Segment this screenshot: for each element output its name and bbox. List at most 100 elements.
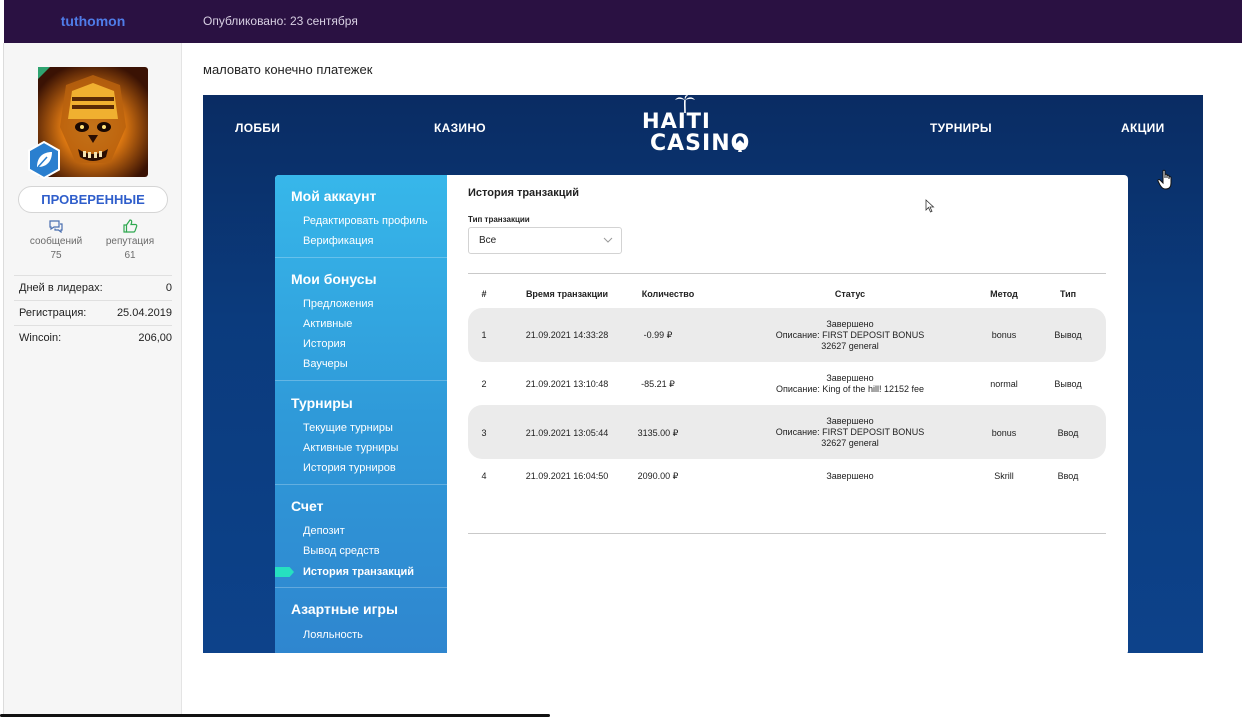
post-header-bar: tuthomon Опубликовано: 23 сентября [4,0,1242,43]
info-label: Регистрация: [19,307,87,319]
cell-status: Завершено Описание: FIRST DEPOSIT BONUS … [735,319,965,352]
reputation-label: репутация [105,236,155,247]
info-label: Wincoin: [19,332,62,344]
posts-count: 75 [50,250,62,261]
page-title: История транзакций [468,187,580,199]
menu-divider [275,257,447,258]
menu-section-title[interactable]: Мои бонусы [291,271,377,287]
cell-method: bonus [991,428,1017,438]
cell-time: 21.09.2021 13:10:48 [525,379,609,389]
casino-nav-casino[interactable]: КАЗИНО [434,121,486,135]
col-header-status: Статус [834,289,866,299]
cell-number: 4 [481,471,487,481]
menu-item-loyalty[interactable]: Лояльность [303,629,363,641]
table-top-divider [468,273,1106,274]
menu-divider [275,380,447,381]
menu-section-title[interactable]: Счет [291,498,324,514]
thumbs-up-icon [123,219,138,233]
info-value: 25.04.2019 [116,307,172,319]
menu-item-edit-profile[interactable]: Редактировать профиль [303,215,428,227]
cell-status: Завершено Описание: FIRST DEPOSIT BONUS … [735,416,965,449]
author-profile-panel: ПРОВЕРЕННЫЕ сообщений 75 репутация 61 Дн… [4,43,182,717]
hand-cursor-icon [1157,169,1172,190]
status-description: 32627 general [821,438,879,448]
menu-divider [275,484,447,485]
cell-type: Вывод [1054,330,1082,340]
menu-item-tournament-history[interactable]: История турниров [303,462,396,474]
posts-stat[interactable]: сообщений 75 [21,219,91,261]
cell-method: normal [990,379,1018,389]
leaf-badge-icon [28,141,60,179]
menu-section-title[interactable]: Турниры [291,395,353,411]
status-description: 32627 general [821,341,879,351]
user-group-badge[interactable]: ПРОВЕРЕННЫЕ [18,186,168,213]
info-row-leader-days: Дней в лидерах: 0 [14,275,172,300]
cell-method: Skrill [994,471,1014,481]
logo-line-1: HAITI [642,109,711,133]
online-indicator [38,67,50,79]
col-header-number: # [481,289,487,299]
account-menu: Мой аккаунт Редактировать профиль Верифи… [275,175,447,653]
filter-label: Тип транзакции [468,215,530,224]
info-value: 0 [165,282,172,294]
status-description: Описание: King of the hill! 12152 fee [776,384,924,394]
transaction-type-select[interactable]: Все [468,227,622,254]
cell-status: Завершено [735,471,965,482]
col-header-time: Время транзакции [525,289,609,299]
cell-type: Ввод [1057,471,1079,481]
casino-logo[interactable]: HAITI CASINO [639,95,751,163]
comments-icon [49,220,63,233]
status-text: Завершено [826,416,874,426]
menu-item-active-tournaments[interactable]: Активные турниры [303,442,398,454]
cell-method: bonus [991,330,1017,340]
post-screenshot[interactable]: ЛОББИ КАЗИНО HAITI CASINO ТУРНИРЫ АКЦИИ … [203,95,1203,653]
cell-type: Ввод [1057,428,1079,438]
menu-section-title[interactable]: Азартные игры [291,601,398,617]
menu-item-offers[interactable]: Предложения [303,298,374,310]
cell-number: 3 [481,428,487,438]
forum-post-page: tuthomon Опубликовано: 23 сентября ПРОВЕ… [0,0,1242,717]
col-header-type: Тип [1059,289,1077,299]
cell-amount: -0.99 ₽ [643,330,673,340]
menu-item-withdraw[interactable]: Вывод средств [303,545,380,557]
status-description: Описание: FIRST DEPOSIT BONUS [775,427,925,437]
info-label: Дней в лидерах: [19,282,103,294]
chevron-down-icon [603,237,613,243]
menu-item-active-bonuses[interactable]: Активные [303,318,352,330]
status-description: Описание: FIRST DEPOSIT BONUS [775,330,925,340]
table-bottom-divider [468,533,1106,534]
info-row-registration: Регистрация: 25.04.2019 [14,300,172,325]
reputation-count: 61 [124,250,136,261]
status-text: Завершено [826,319,874,329]
menu-divider [275,587,447,588]
menu-section-title[interactable]: Мой аккаунт [291,188,376,204]
cell-amount: 2090.00 ₽ [637,471,679,481]
reputation-stat[interactable]: репутация 61 [95,219,165,261]
info-row-wincoin: Wincoin: 206,00 [14,325,172,350]
select-value: Все [479,235,497,246]
col-header-method: Метод [990,289,1018,299]
menu-item-bonus-history[interactable]: История [303,338,346,350]
casino-nav-tournaments[interactable]: ТУРНИРЫ [930,121,992,135]
cell-amount: 3135.00 ₽ [637,428,679,438]
status-text: Завершено [826,471,874,481]
cell-amount: -85.21 ₽ [641,379,675,389]
posts-label: сообщений [29,236,83,247]
cell-status: Завершено Описание: King of the hill! 12… [735,373,965,395]
spade-icon [734,140,746,152]
info-value: 206,00 [138,332,172,344]
menu-item-deposit[interactable]: Депозит [303,525,345,537]
casino-nav-lobby[interactable]: ЛОББИ [235,121,280,135]
cell-time: 21.09.2021 16:04:50 [525,471,609,481]
published-date: Опубликовано: 23 сентября [203,14,358,28]
account-panel: Мой аккаунт Редактировать профиль Верифи… [275,175,1128,653]
menu-item-vouchers[interactable]: Ваучеры [303,358,348,370]
menu-item-current-tournaments[interactable]: Текущие турниры [303,422,393,434]
status-text: Завершено [826,373,874,383]
cell-number: 1 [481,330,487,340]
casino-nav-promotions[interactable]: АКЦИИ [1121,121,1165,135]
author-username[interactable]: tuthomon [4,0,182,43]
cell-number: 2 [481,379,487,389]
menu-item-transaction-history[interactable]: История транзакций [303,566,414,578]
menu-item-verification[interactable]: Верификация [303,235,374,247]
